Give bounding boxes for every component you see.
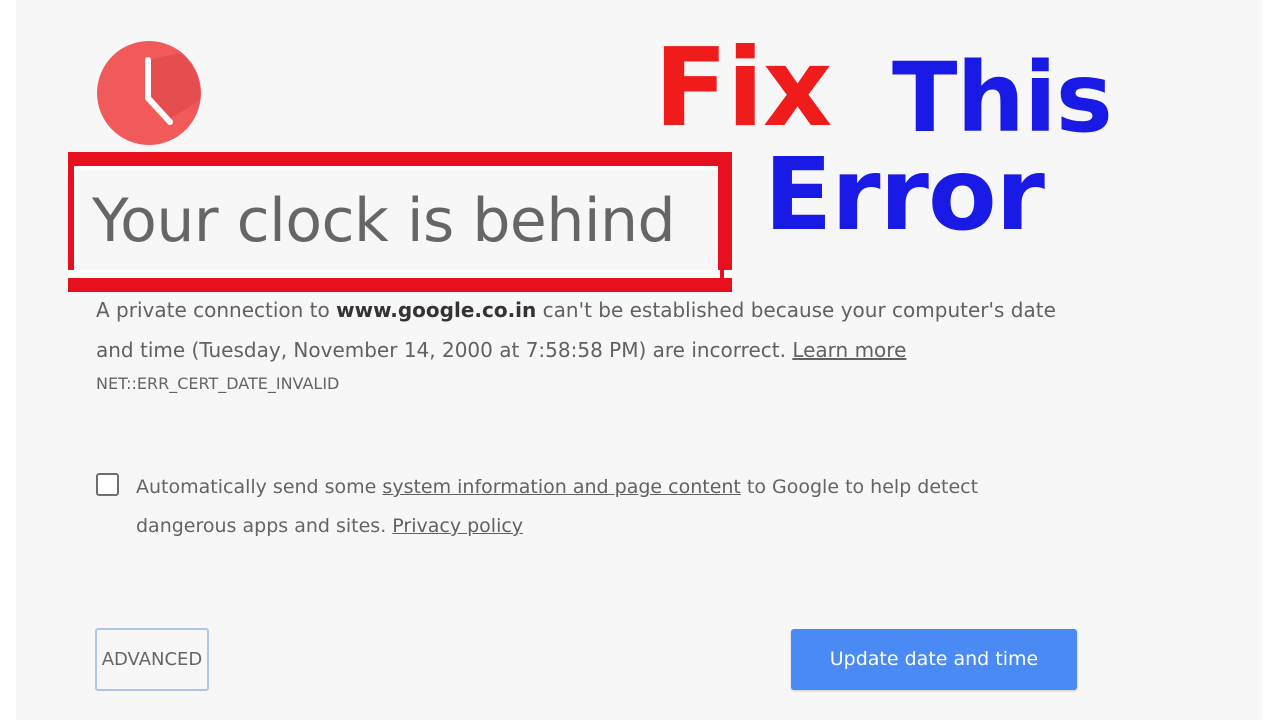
update-date-time-button[interactable]: Update date and time (791, 629, 1077, 690)
privacy-policy-link[interactable]: Privacy policy (392, 515, 523, 537)
optin-part1: Automatically send some (136, 476, 383, 498)
promo-fix-text: Fix (654, 26, 832, 151)
send-info-label: Automatically send some system informati… (136, 468, 1016, 546)
promo-error-text: Error (764, 136, 1045, 253)
description-part1: A private connection to (96, 298, 337, 322)
send-info-checkbox[interactable] (96, 473, 119, 496)
error-code: NET::ERR_CERT_DATE_INVALID (96, 374, 340, 393)
domain-name: www.google.co.in (336, 298, 537, 322)
clock-icon (97, 41, 201, 145)
error-description: A private connection to www.google.co.in… (96, 290, 1076, 370)
advanced-button[interactable]: ADVANCED (95, 628, 209, 691)
page-title: Your clock is behind (92, 186, 676, 256)
system-info-link[interactable]: system information and page content (382, 476, 740, 498)
learn-more-link[interactable]: Learn more (792, 338, 906, 362)
